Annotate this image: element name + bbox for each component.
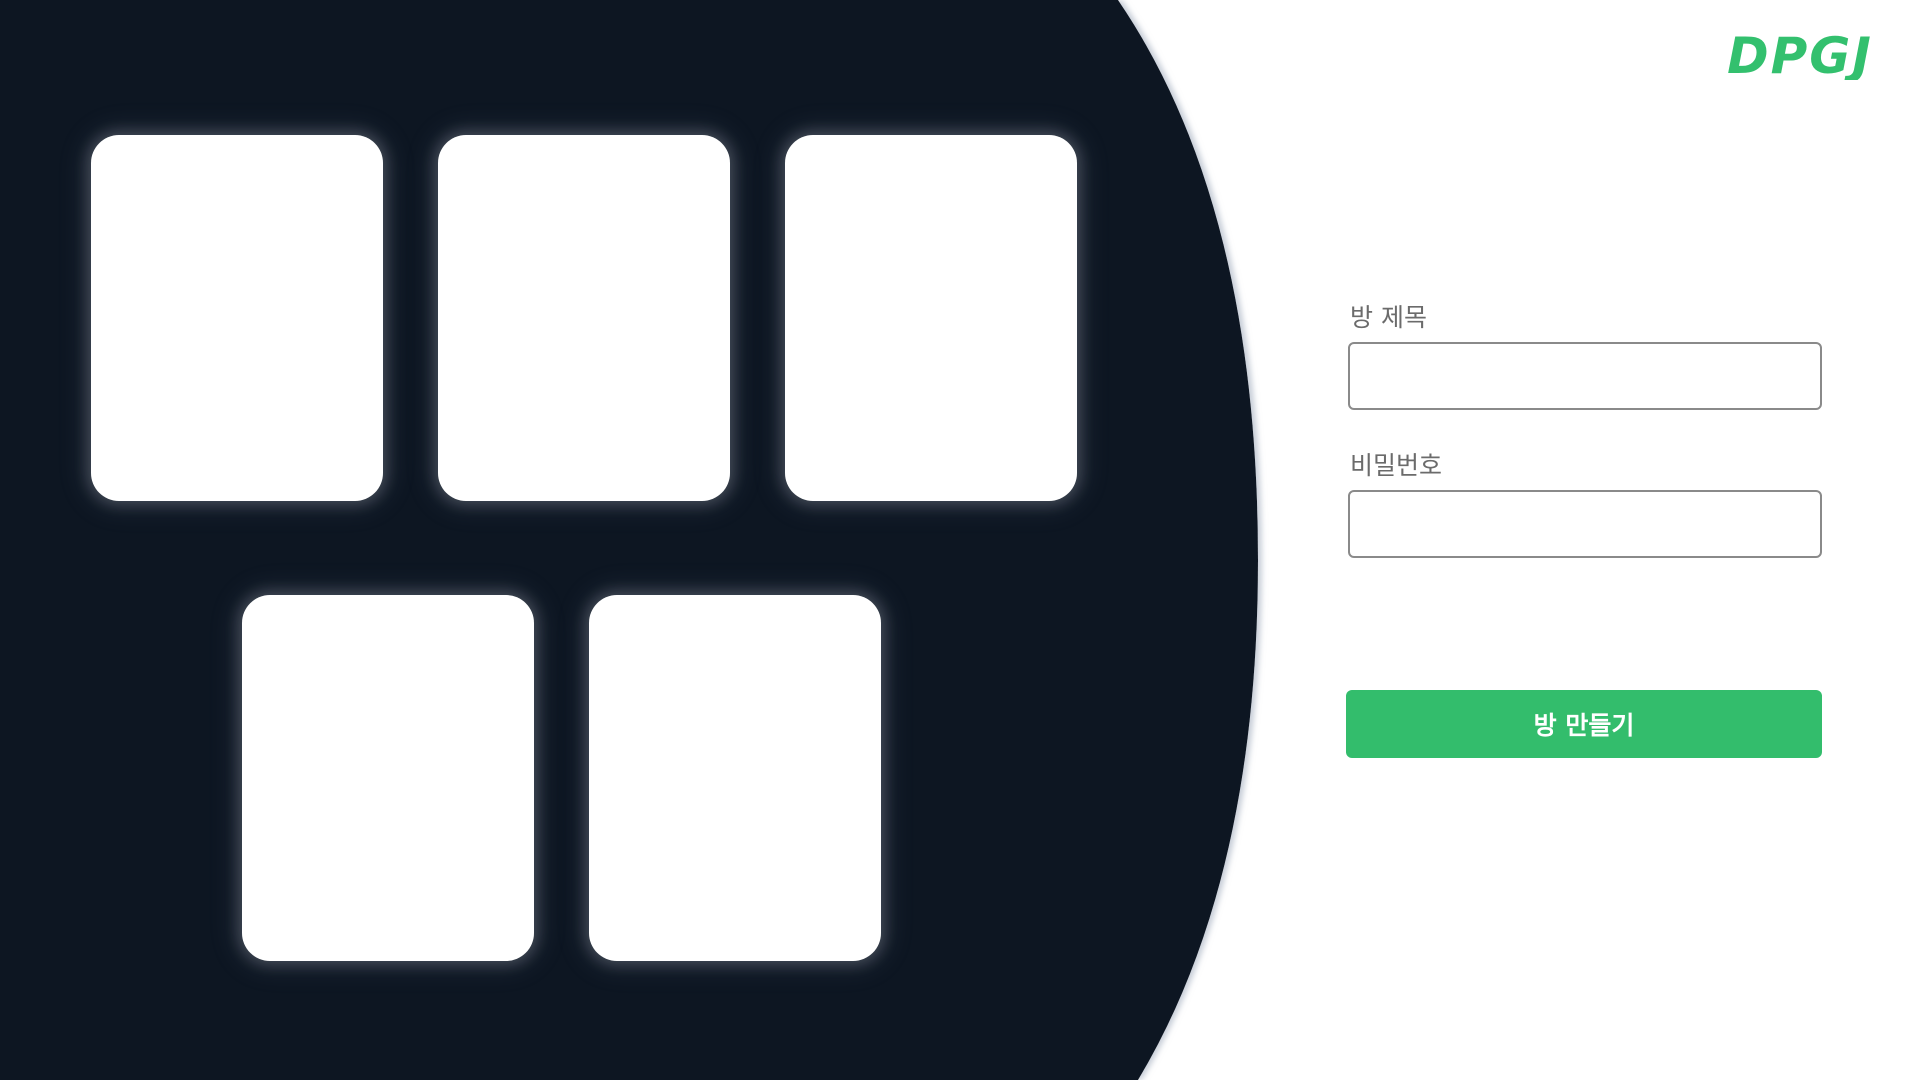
card-slot-2[interactable] <box>438 135 730 501</box>
password-label: 비밀번호 <box>1350 451 1443 480</box>
create-room-button[interactable]: 방 만들기 <box>1346 690 1822 758</box>
dpgj-logo: DPGJ <box>1727 28 1873 80</box>
room-title-label: 방 제목 <box>1350 303 1427 332</box>
card-slot-4[interactable] <box>242 595 534 961</box>
password-input[interactable] <box>1348 490 1822 558</box>
card-slot-5[interactable] <box>589 595 881 961</box>
room-title-input[interactable] <box>1348 342 1822 410</box>
create-room-form: 방 제목 비밀번호 방 만들기 <box>1346 300 1828 758</box>
create-room-screen: DPGJ 방 제목 비밀번호 방 만들기 <box>0 0 1920 1080</box>
logo-text: DPGJ <box>1727 28 1873 80</box>
card-slot-3[interactable] <box>785 135 1077 501</box>
card-slot-1[interactable] <box>91 135 383 501</box>
